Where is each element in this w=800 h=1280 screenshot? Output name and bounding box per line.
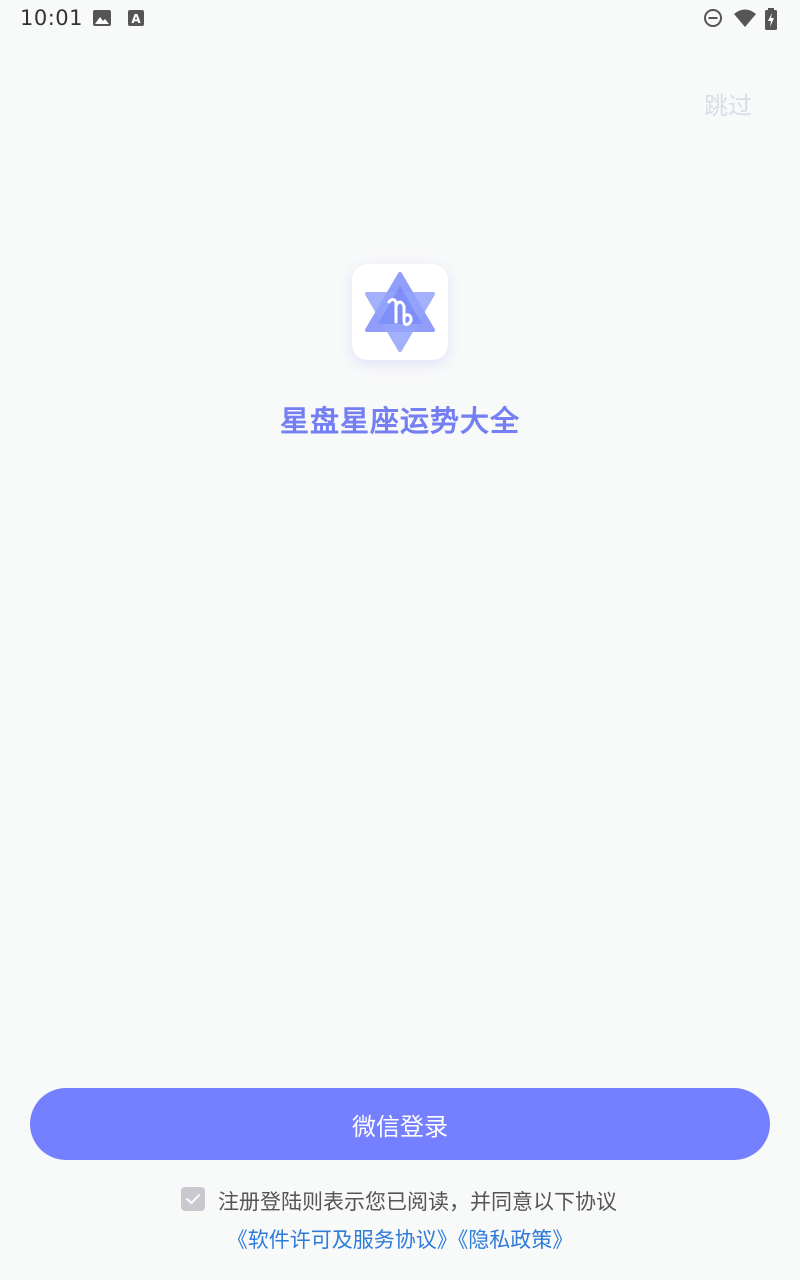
star-capricorn-icon	[365, 272, 435, 352]
battery-charging-icon	[764, 8, 778, 30]
status-time: 10:01	[20, 6, 84, 30]
wifi-icon	[733, 8, 757, 28]
agreement-text: 注册登陆则表示您已阅读，并同意以下协议	[218, 1190, 617, 1214]
app-title: 星盘星座运势大全	[279, 404, 520, 438]
status-bar: 10:01 A	[0, 0, 800, 38]
login-screen: 10:01 A 跳过 星盘星座运势大全 微信登录 注册登陆则表示您已阅读，并同意…	[0, 0, 800, 1280]
wechat-login-button[interactable]: 微信登录	[30, 1088, 770, 1160]
license-agreement-link[interactable]: 《软件许可及服务协议》	[227, 1228, 458, 1252]
check-icon	[186, 1194, 200, 1204]
svg-text:A: A	[131, 12, 141, 26]
privacy-policy-link[interactable]: 《隐私政策》	[458, 1228, 574, 1252]
agreement-links: 《软件许可及服务协议》《隐私政策》	[0, 1224, 800, 1254]
agreement-checkbox[interactable]	[181, 1187, 205, 1211]
app-logo	[352, 264, 448, 360]
skip-button[interactable]: 跳过	[704, 86, 752, 121]
do-not-disturb-icon	[703, 8, 723, 28]
font-a-icon: A	[126, 8, 146, 28]
image-icon	[92, 8, 112, 28]
